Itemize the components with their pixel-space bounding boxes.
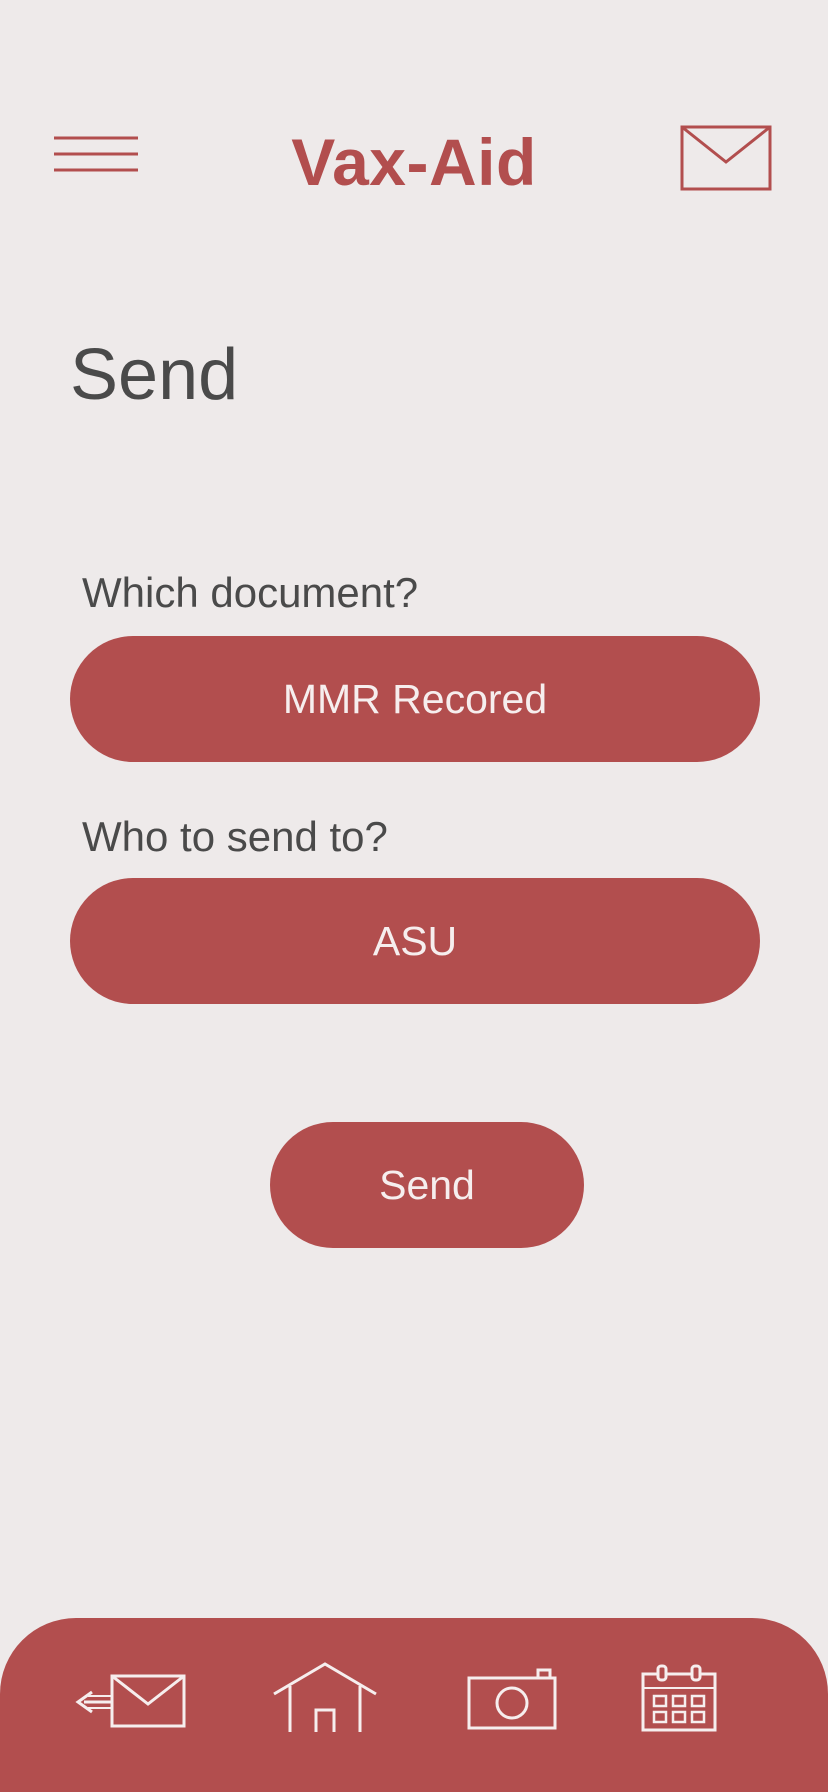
home-icon (273, 1662, 377, 1732)
recipient-label: Who to send to? (82, 813, 388, 860)
nav-calendar[interactable] (640, 1662, 718, 1732)
mail-icon (680, 125, 772, 191)
recipient-select-value: ASU (372, 917, 458, 964)
send-button[interactable]: Send (270, 1122, 584, 1248)
document-select[interactable]: MMR Recored (70, 636, 760, 762)
page-title: Send (70, 335, 239, 415)
send-button-label: Send (379, 1161, 475, 1208)
calendar-icon (641, 1664, 717, 1732)
recipient-select[interactable]: ASU (70, 878, 760, 1004)
inbox-button[interactable] (678, 124, 774, 194)
bottom-nav (0, 1618, 828, 1792)
nav-send-mail[interactable] (74, 1670, 188, 1730)
nav-camera[interactable] (466, 1666, 558, 1732)
camera-icon (467, 1668, 557, 1730)
document-select-value: MMR Recored (282, 675, 548, 722)
send-mail-icon (75, 1674, 186, 1728)
nav-home[interactable] (270, 1660, 380, 1734)
document-label: Which document? (82, 569, 419, 616)
